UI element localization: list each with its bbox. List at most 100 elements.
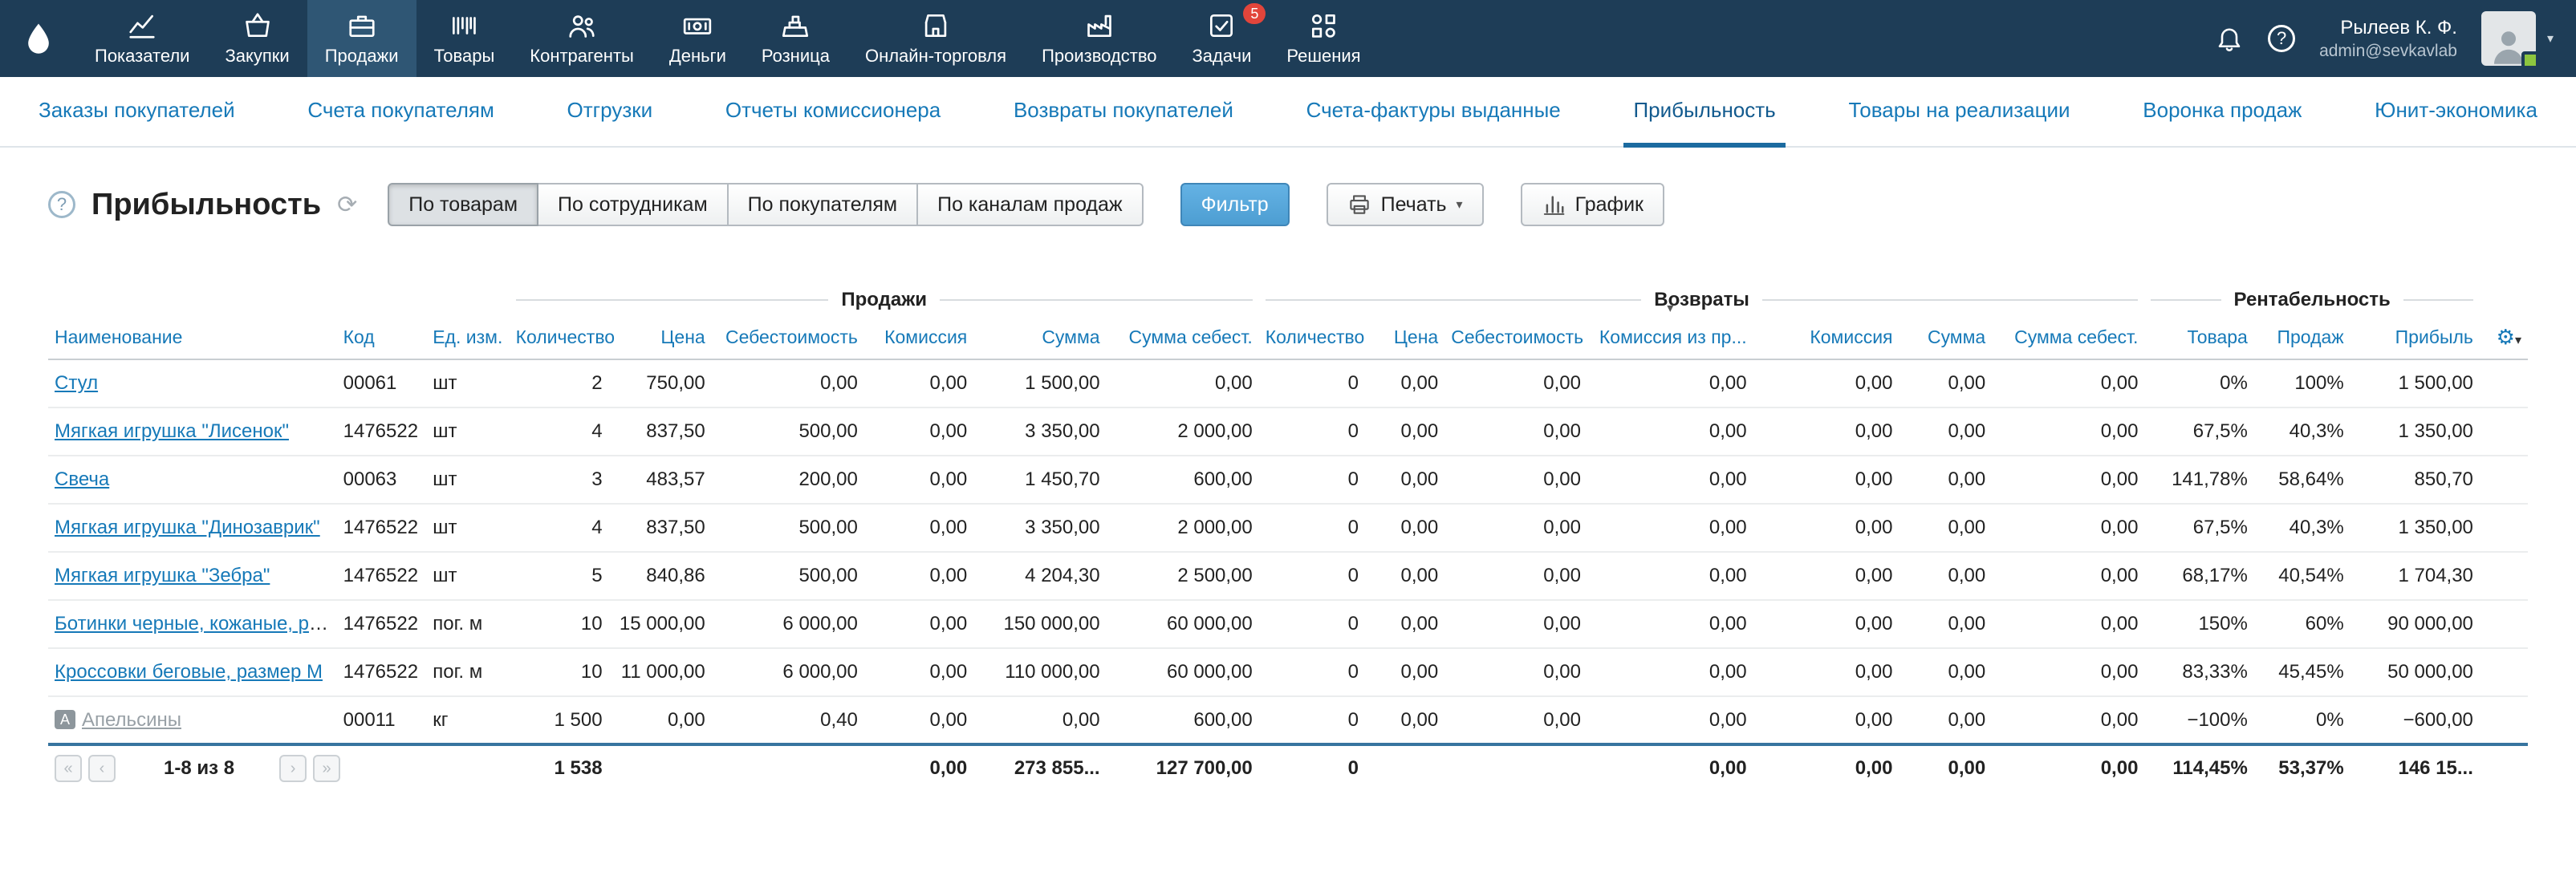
col-header-margin-sales[interactable]: Продаж	[2254, 316, 2350, 359]
chart-button[interactable]: График	[1521, 183, 1664, 226]
cell-margin-goods: 150%	[2144, 600, 2253, 648]
table-row[interactable]: Стул 00061 шт 2 750,00 0,00 0,00 1 500,0…	[48, 359, 2528, 407]
tab[interactable]: Возвраты покупателей	[1004, 77, 1243, 148]
table-row[interactable]: Свеча 00063 шт 3 483,57 200,00 0,00 1 45…	[48, 456, 2528, 504]
prev-page-button[interactable]: ‹	[88, 755, 116, 782]
page-help-icon[interactable]: ?	[48, 191, 75, 218]
tab[interactable]: Счета покупателям	[298, 77, 503, 148]
print-button[interactable]: Печать ▾	[1327, 183, 1484, 226]
cell-return-qty: 0	[1259, 504, 1365, 552]
nav-item-proizvodstvo[interactable]: Производство	[1024, 0, 1174, 77]
col-header-cost[interactable]: Себестоимость	[712, 316, 864, 359]
col-header-profit[interactable]: Прибыль	[2350, 316, 2480, 359]
cell-qty: 10	[510, 648, 609, 696]
nav-item-zadachi[interactable]: 5 Задачи	[1175, 0, 1270, 77]
first-page-button[interactable]: «	[55, 755, 82, 782]
col-header-name[interactable]: Наименование	[48, 316, 337, 359]
column-settings[interactable]: ⚙▾	[2480, 316, 2528, 359]
user-menu-caret-icon[interactable]: ▾	[2547, 30, 2554, 47]
cell-return-price: 0,00	[1365, 407, 1444, 456]
view-toggle-button[interactable]: По товарам	[388, 183, 538, 226]
product-link[interactable]: Мягкая игрушка "Лисенок"	[55, 420, 289, 442]
next-page-button[interactable]: ›	[279, 755, 307, 782]
product-link[interactable]: Мягкая игрушка "Динозаврик"	[55, 517, 320, 538]
last-page-button[interactable]: »	[313, 755, 340, 782]
tab[interactable]: Отчеты комиссионера	[716, 77, 950, 148]
view-toggle-button[interactable]: По сотрудникам	[537, 183, 729, 226]
col-header-qty[interactable]: Количество	[510, 316, 609, 359]
nav-item-prodazhi[interactable]: Продажи	[307, 0, 416, 77]
cell-return-qty: 0	[1259, 648, 1365, 696]
view-toggle-button[interactable]: По каналам продаж	[916, 183, 1144, 226]
product-link[interactable]: Кроссовки беговые, размер М	[55, 661, 323, 683]
cell-price: 483,57	[609, 456, 712, 504]
col-header-margin-goods[interactable]: Товара	[2144, 316, 2253, 359]
tab[interactable]: Отгрузки	[558, 77, 663, 148]
col-header-sum[interactable]: Сумма	[973, 316, 1106, 359]
table-row[interactable]: Мягкая игрушка "Зебра" 1476522 шт 5 840,…	[48, 552, 2528, 600]
cell-return-sum-cost: 0,00	[1992, 696, 2144, 744]
section-tabs: Заказы покупателей Счета покупателям Отгру…	[0, 77, 2576, 148]
total-commission-from-sales: 0,00	[1587, 744, 1753, 791]
refresh-icon[interactable]: ⟳	[337, 191, 357, 219]
col-header-return-qty[interactable]: Количество	[1259, 316, 1365, 359]
product-link[interactable]: Мягкая игрушка "Зебра"	[55, 565, 270, 586]
tab[interactable]: Заказы покупателей	[29, 77, 245, 148]
nav-item-online-torgovlya[interactable]: Онлайн-торговля	[847, 0, 1024, 77]
table-row[interactable]: Ботинки черные, кожаные, раз... 1476522 …	[48, 600, 2528, 648]
tab[interactable]: Прибыльность	[1623, 77, 1785, 148]
table-row[interactable]: ААпельсины 00011 кг 1 500 0,00 0,40 0,00…	[48, 696, 2528, 744]
col-header-commission[interactable]: Комиссия	[864, 316, 973, 359]
cell-unit: пог. м	[426, 600, 509, 648]
cell-unit: шт	[426, 359, 509, 407]
nav-item-resheniya[interactable]: Решения	[1269, 0, 1378, 77]
tab[interactable]: Юнит-экономика	[2365, 77, 2547, 148]
column-header-row: Наименование Код Ед. изм. Количество Цен…	[48, 316, 2528, 359]
cell-price: 11 000,00	[609, 648, 712, 696]
avatar[interactable]	[2481, 11, 2536, 66]
tab[interactable]: Товары на реализации	[1839, 77, 2079, 148]
table-row[interactable]: Мягкая игрушка "Лисенок" 1476522 шт 4 83…	[48, 407, 2528, 456]
nav-item-roznica[interactable]: Розница	[744, 0, 847, 77]
col-header-return-sum[interactable]: Сумма	[1899, 316, 1993, 359]
notifications-bell-icon[interactable]	[2215, 24, 2244, 53]
col-header-sum-cost[interactable]: Сумма себест.	[1107, 316, 1259, 359]
col-header-price[interactable]: Цена	[609, 316, 712, 359]
product-link[interactable]: Свеча	[55, 468, 109, 490]
table-row[interactable]: Мягкая игрушка "Динозаврик" 1476522 шт 4…	[48, 504, 2528, 552]
tab[interactable]: Счета-фактуры выданные	[1297, 77, 1570, 148]
product-link[interactable]: Ботинки черные, кожаные, раз...	[55, 613, 337, 635]
cell-return-qty: 0	[1259, 407, 1365, 456]
col-header-return-sum-cost[interactable]: Сумма себест.	[1992, 316, 2144, 359]
cash-register-icon	[780, 10, 811, 41]
app-logo[interactable]	[0, 0, 77, 77]
nav-item-zakupki[interactable]: Закупки	[207, 0, 307, 77]
col-header-return-commission[interactable]: Комиссия	[1753, 316, 1899, 359]
total-gear-spacer	[2480, 744, 2528, 791]
col-header-commission-from-sales[interactable]: ▾Комиссия из пр...	[1587, 316, 1753, 359]
nav-label: Закупки	[225, 46, 289, 67]
col-header-return-cost[interactable]: Себестоимость	[1444, 316, 1587, 359]
total-return-cost	[1444, 744, 1587, 791]
cell-commission: 0,00	[864, 456, 973, 504]
cell-return-price: 0,00	[1365, 504, 1444, 552]
cell-sum-cost: 60 000,00	[1107, 648, 1259, 696]
cell-cost: 500,00	[712, 552, 864, 600]
table-row[interactable]: Кроссовки беговые, размер М 1476522 пог.…	[48, 648, 2528, 696]
nav-item-kontragenty[interactable]: Контрагенты	[512, 0, 652, 77]
cell-sum-cost: 0,00	[1107, 359, 1259, 407]
help-icon[interactable]: ?	[2268, 25, 2295, 52]
col-header-unit[interactable]: Ед. изм.	[426, 316, 509, 359]
user-block[interactable]: Рылеев К. Ф. admin@sevkavlab	[2319, 15, 2457, 62]
nav-item-pokazateli[interactable]: Показатели	[77, 0, 207, 77]
product-link[interactable]: Апельсины	[82, 709, 181, 731]
view-toggle-button[interactable]: По покупателям	[727, 183, 918, 226]
nav-item-dengi[interactable]: Деньги	[652, 0, 744, 77]
nav-item-tovary[interactable]: Товары	[416, 0, 513, 77]
product-link[interactable]: Стул	[55, 372, 98, 394]
cell-return-sum: 0,00	[1899, 359, 1993, 407]
col-header-code[interactable]: Код	[337, 316, 427, 359]
tab[interactable]: Воронка продаж	[2133, 77, 2311, 148]
col-header-return-price[interactable]: Цена	[1365, 316, 1444, 359]
filter-button[interactable]: Фильтр	[1180, 183, 1290, 226]
